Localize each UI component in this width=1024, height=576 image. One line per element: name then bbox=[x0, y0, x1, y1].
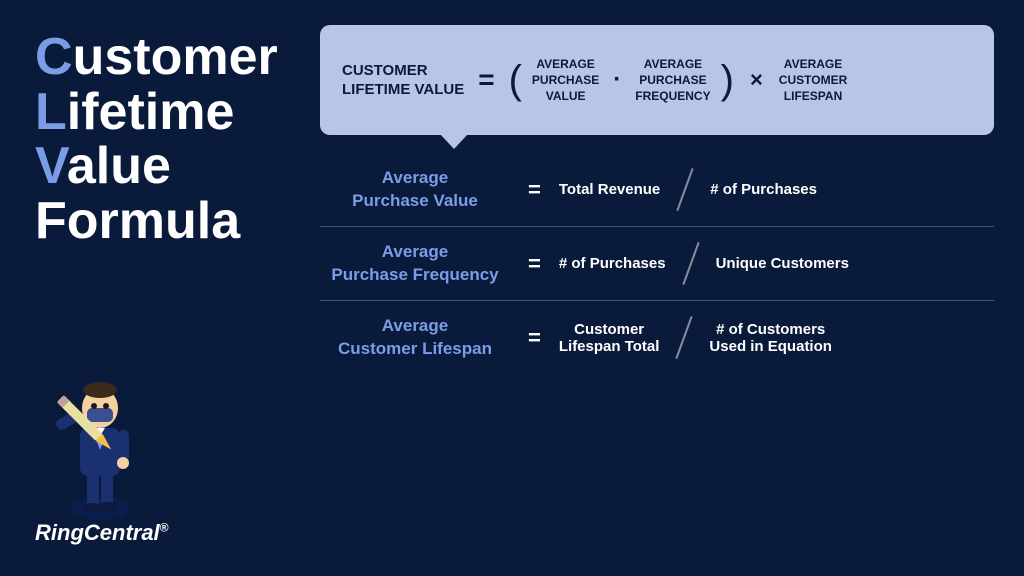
formula-box: CUSTOMERLIFETIME VALUE = ( AVERAGEPURCHA… bbox=[320, 25, 994, 135]
sub-equals-1: = bbox=[520, 177, 549, 203]
highlight-l: L bbox=[35, 83, 67, 141]
brand-logo: RingCentral® bbox=[35, 520, 290, 551]
slash-1 bbox=[670, 167, 700, 212]
sub-term-num-purchases-2: # of Purchases bbox=[559, 255, 666, 272]
formula-term-apv: AVERAGEPURCHASEVALUE bbox=[532, 56, 599, 105]
title-line-2: Lifetime bbox=[35, 85, 290, 140]
sub-formula-row-apf: AveragePurchase Frequency = # of Purchas… bbox=[320, 227, 994, 300]
right-panel: CUSTOMERLIFETIME VALUE = ( AVERAGEPURCHA… bbox=[310, 0, 1024, 576]
formula-main-label: CUSTOMERLIFETIME VALUE bbox=[342, 61, 464, 100]
left-panel: Customer Lifetime Value Formula bbox=[0, 0, 310, 576]
sub-equals-2: = bbox=[520, 251, 549, 277]
formula-term-acl: AVERAGECUSTOMERLIFESPAN bbox=[779, 56, 847, 105]
paren-close: ) bbox=[721, 60, 734, 100]
sub-label-apv: AveragePurchase Value bbox=[320, 167, 510, 211]
sub-formula-row-apv: AveragePurchase Value = Total Revenue # … bbox=[320, 153, 994, 226]
title-line-4: Formula bbox=[35, 194, 290, 249]
highlight-c: C bbox=[35, 28, 73, 86]
formula-multiply: × bbox=[744, 67, 769, 93]
sub-term-num-purchases-1: # of Purchases bbox=[710, 181, 817, 198]
sub-formula-row-acl: AverageCustomer Lifespan = CustomerLifes… bbox=[320, 301, 994, 374]
title-line-1: Customer bbox=[35, 30, 290, 85]
highlight-v: V bbox=[35, 137, 67, 195]
title-line-3: Value bbox=[35, 139, 290, 194]
sub-term-customers-equation: # of CustomersUsed in Equation bbox=[709, 321, 832, 355]
sub-term-unique-customers: Unique Customers bbox=[716, 255, 849, 272]
sub-label-acl: AverageCustomer Lifespan bbox=[320, 315, 510, 359]
formula-dot: · bbox=[609, 66, 625, 94]
sub-term-total-revenue: Total Revenue bbox=[559, 181, 660, 198]
person-figure bbox=[35, 360, 165, 520]
slash-3 bbox=[669, 315, 699, 360]
slash-2 bbox=[676, 241, 706, 286]
title-block: Customer Lifetime Value Formula bbox=[35, 30, 290, 248]
sub-formulas: AveragePurchase Value = Total Revenue # … bbox=[320, 153, 994, 551]
sub-term-lifespan-total: CustomerLifespan Total bbox=[559, 321, 660, 355]
sub-label-apf: AveragePurchase Frequency bbox=[320, 241, 510, 285]
figure-area bbox=[35, 248, 290, 520]
paren-open: ( bbox=[509, 60, 522, 100]
formula-term-apf: AVERAGEPURCHASEFREQUENCY bbox=[635, 56, 710, 105]
sub-equals-3: = bbox=[520, 325, 549, 351]
formula-equals: = bbox=[474, 64, 498, 96]
